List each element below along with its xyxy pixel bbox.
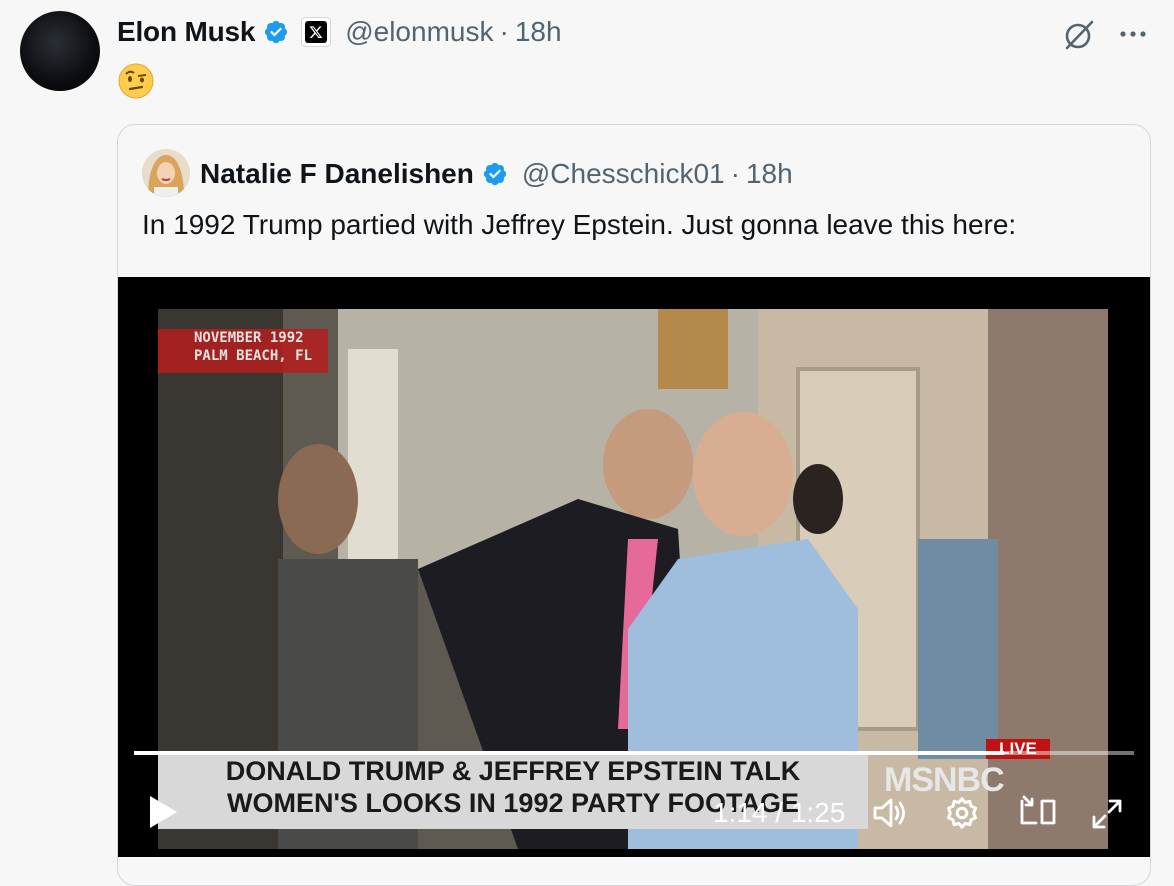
author-handle[interactable]: @elonmusk [345,16,493,48]
progress-fill [134,751,1004,755]
verified-badge-icon[interactable] [263,19,289,45]
verified-badge-icon[interactable] [482,161,508,187]
date-location-overlay: NOVEMBER 1992 PALM BEACH, FL [158,329,328,373]
quoted-tweet-text: In 1992 Trump partied with Jeffrey Epste… [142,209,1017,240]
separator: · [730,158,740,189]
play-icon[interactable] [146,793,180,836]
quoted-author-avatar[interactable] [142,149,190,197]
progress-bar[interactable] [134,751,1134,755]
overlay-date: NOVEMBER 1992 [194,330,304,346]
separator: · [499,16,509,47]
quoted-timestamp[interactable]: 18h [746,158,793,190]
tweet-header: Elon Musk @elonmusk · 18h [117,12,562,52]
more-icon[interactable] [1116,20,1150,48]
overlay-place: PALM BEACH, FL [194,348,313,364]
quoted-tweet[interactable]: Natalie F Danelishen @Chesschick01 · 18h… [117,124,1151,886]
video-timecode: 1:14 / 1:25 [713,797,846,828]
author-avatar[interactable] [20,11,100,91]
minimize-icon[interactable] [1018,793,1058,836]
timestamp[interactable]: 18h [515,16,562,48]
video-player[interactable]: NOVEMBER 1992 PALM BEACH, FL DONALD TRUM… [118,277,1150,857]
chyron-line-1: DONALD TRUMP & JEFFREY EPSTEIN TALK [225,756,801,786]
author-name[interactable]: Elon Musk [117,16,255,48]
quoted-author-handle[interactable]: @Chesschick01 [522,158,725,190]
volume-icon[interactable] [870,793,910,838]
settings-icon[interactable] [944,795,980,836]
quoted-header: Natalie F Danelishen @Chesschick01 · 18h [200,154,793,194]
raised-eyebrow-emoji [117,62,155,100]
fullscreen-icon[interactable] [1090,797,1124,836]
quoted-author-name[interactable]: Natalie F Danelishen [200,158,474,190]
x-affiliate-icon[interactable] [301,17,332,47]
grok-icon[interactable] [1062,18,1096,52]
live-badge: LIVE [986,739,1050,759]
